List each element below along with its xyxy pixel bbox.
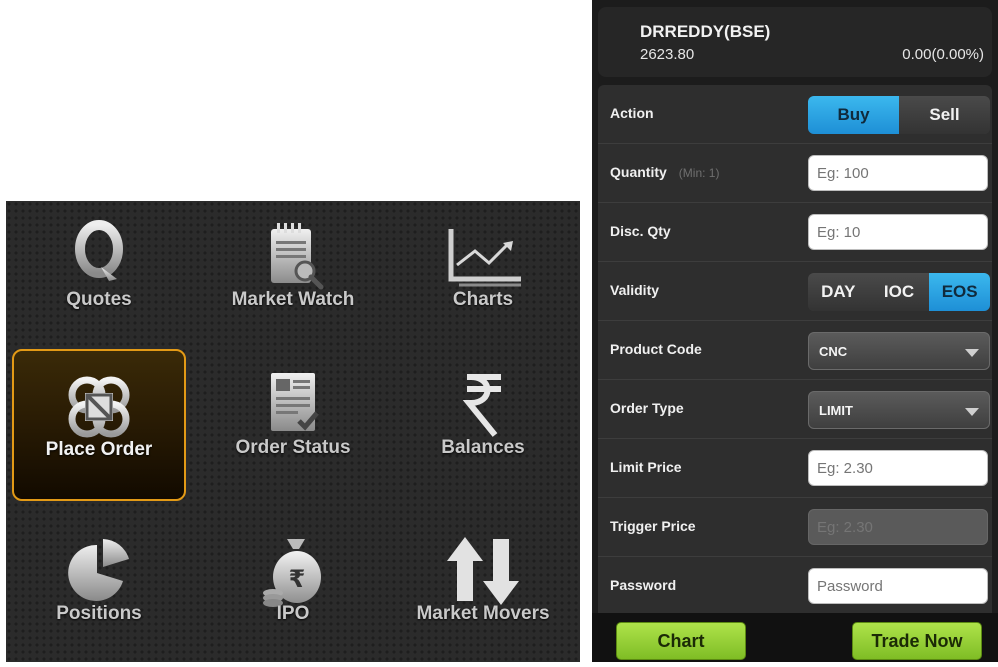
pie-chart-icon (68, 539, 129, 601)
product-code-select[interactable]: CNC (808, 332, 990, 370)
menu-item-label: IPO (276, 603, 310, 624)
validity-ioc-option[interactable]: IOC (868, 273, 930, 311)
quantity-label-text: Quantity (610, 164, 667, 180)
product-code-label: Product Code (610, 341, 702, 357)
limit-price-row: Limit Price (598, 439, 992, 498)
validity-eos-option[interactable]: EOS (929, 273, 990, 311)
menu-item-quotes[interactable]: Quotes (12, 201, 186, 353)
validity-toggle: DAY IOC EOS (808, 273, 990, 311)
product-code-row: Product Code CNC (598, 321, 992, 380)
menu-item-label: Charts (452, 289, 514, 310)
line-chart-icon (448, 229, 521, 287)
quantity-label: Quantity (Min: 1) (610, 164, 719, 180)
market-watch-icon (271, 223, 324, 290)
rupee-icon (462, 374, 501, 437)
menu-item-balances[interactable]: Balances (396, 349, 570, 501)
validity-day-option[interactable]: DAY (808, 273, 869, 311)
quantity-row: Quantity (Min: 1) (598, 144, 992, 203)
menu-item-place-order[interactable]: Place Order (12, 349, 186, 501)
order-panel: DRREDDY(BSE) 2623.80 0.00(0.00%) Action … (592, 0, 998, 662)
order-type-label: Order Type (610, 400, 684, 416)
trigger-price-row: Trigger Price (598, 498, 992, 557)
chart-button[interactable]: Chart (616, 622, 746, 660)
trigger-price-field (808, 509, 988, 545)
quote-header: DRREDDY(BSE) 2623.80 0.00(0.00%) (598, 7, 992, 77)
order-form: Action Buy Sell Quantity (Min: 1) Disc. Q… (598, 85, 992, 613)
password-field[interactable] (808, 568, 988, 604)
password-label: Password (610, 577, 677, 593)
order-type-row: Order Type LIMIT (598, 380, 992, 439)
main-menu-grid: Quotes Market Watch Charts Place Order O… (6, 201, 580, 662)
menu-item-market-watch[interactable]: Market Watch (206, 201, 380, 353)
action-toggle: Buy Sell (808, 96, 990, 134)
disc-qty-field[interactable] (808, 214, 988, 250)
chevron-down-icon (965, 408, 979, 416)
order-status-icon (271, 373, 319, 431)
buy-option[interactable]: Buy (808, 96, 899, 134)
quantity-hint: (Min: 1) (678, 166, 720, 180)
limit-price-label: Limit Price (610, 459, 682, 475)
menu-item-label: Place Order (45, 439, 153, 460)
disc-qty-label: Disc. Qty (610, 223, 671, 239)
menu-item-label: Order Status (235, 437, 351, 458)
menu-item-label: Quotes (66, 289, 132, 310)
menu-item-order-status[interactable]: Order Status (206, 349, 380, 501)
disc-qty-row: Disc. Qty (598, 203, 992, 262)
action-footer: Chart Trade Now (592, 613, 998, 662)
trade-now-button[interactable]: Trade Now (852, 622, 982, 660)
quantity-field[interactable] (808, 155, 988, 191)
chevron-down-icon (965, 349, 979, 357)
menu-item-positions[interactable]: Positions (12, 515, 186, 667)
action-label: Action (610, 105, 654, 121)
menu-item-market-movers[interactable]: Market Movers (396, 515, 570, 667)
sell-option[interactable]: Sell (899, 96, 990, 134)
product-code-value: CNC (819, 344, 848, 359)
menu-item-charts[interactable]: Charts (396, 201, 570, 353)
money-bag-icon: ₹ (263, 539, 321, 607)
order-type-select[interactable]: LIMIT (808, 391, 990, 429)
stock-price: 2623.80 (640, 46, 695, 63)
stock-symbol: DRREDDY(BSE) (640, 22, 771, 41)
svg-text:₹: ₹ (289, 565, 306, 593)
menu-item-label: Market Watch (231, 289, 355, 310)
menu-item-label: Market Movers (416, 603, 550, 624)
menu-item-label: Positions (56, 603, 142, 624)
menu-item-label: Balances (441, 437, 525, 458)
validity-row: Validity DAY IOC EOS (598, 262, 992, 321)
quotes-q-icon (75, 220, 123, 281)
place-order-icon (68, 376, 130, 438)
stock-change: 0.00(0.00%) (902, 46, 984, 63)
password-row: Password (598, 557, 992, 616)
validity-label: Validity (610, 282, 660, 298)
up-down-arrows-icon (447, 537, 519, 605)
menu-item-ipo[interactable]: ₹ IPO (206, 515, 380, 667)
action-row: Action Buy Sell (598, 85, 992, 144)
trigger-price-label: Trigger Price (610, 518, 696, 534)
order-type-value: LIMIT (819, 403, 853, 418)
limit-price-field[interactable] (808, 450, 988, 486)
